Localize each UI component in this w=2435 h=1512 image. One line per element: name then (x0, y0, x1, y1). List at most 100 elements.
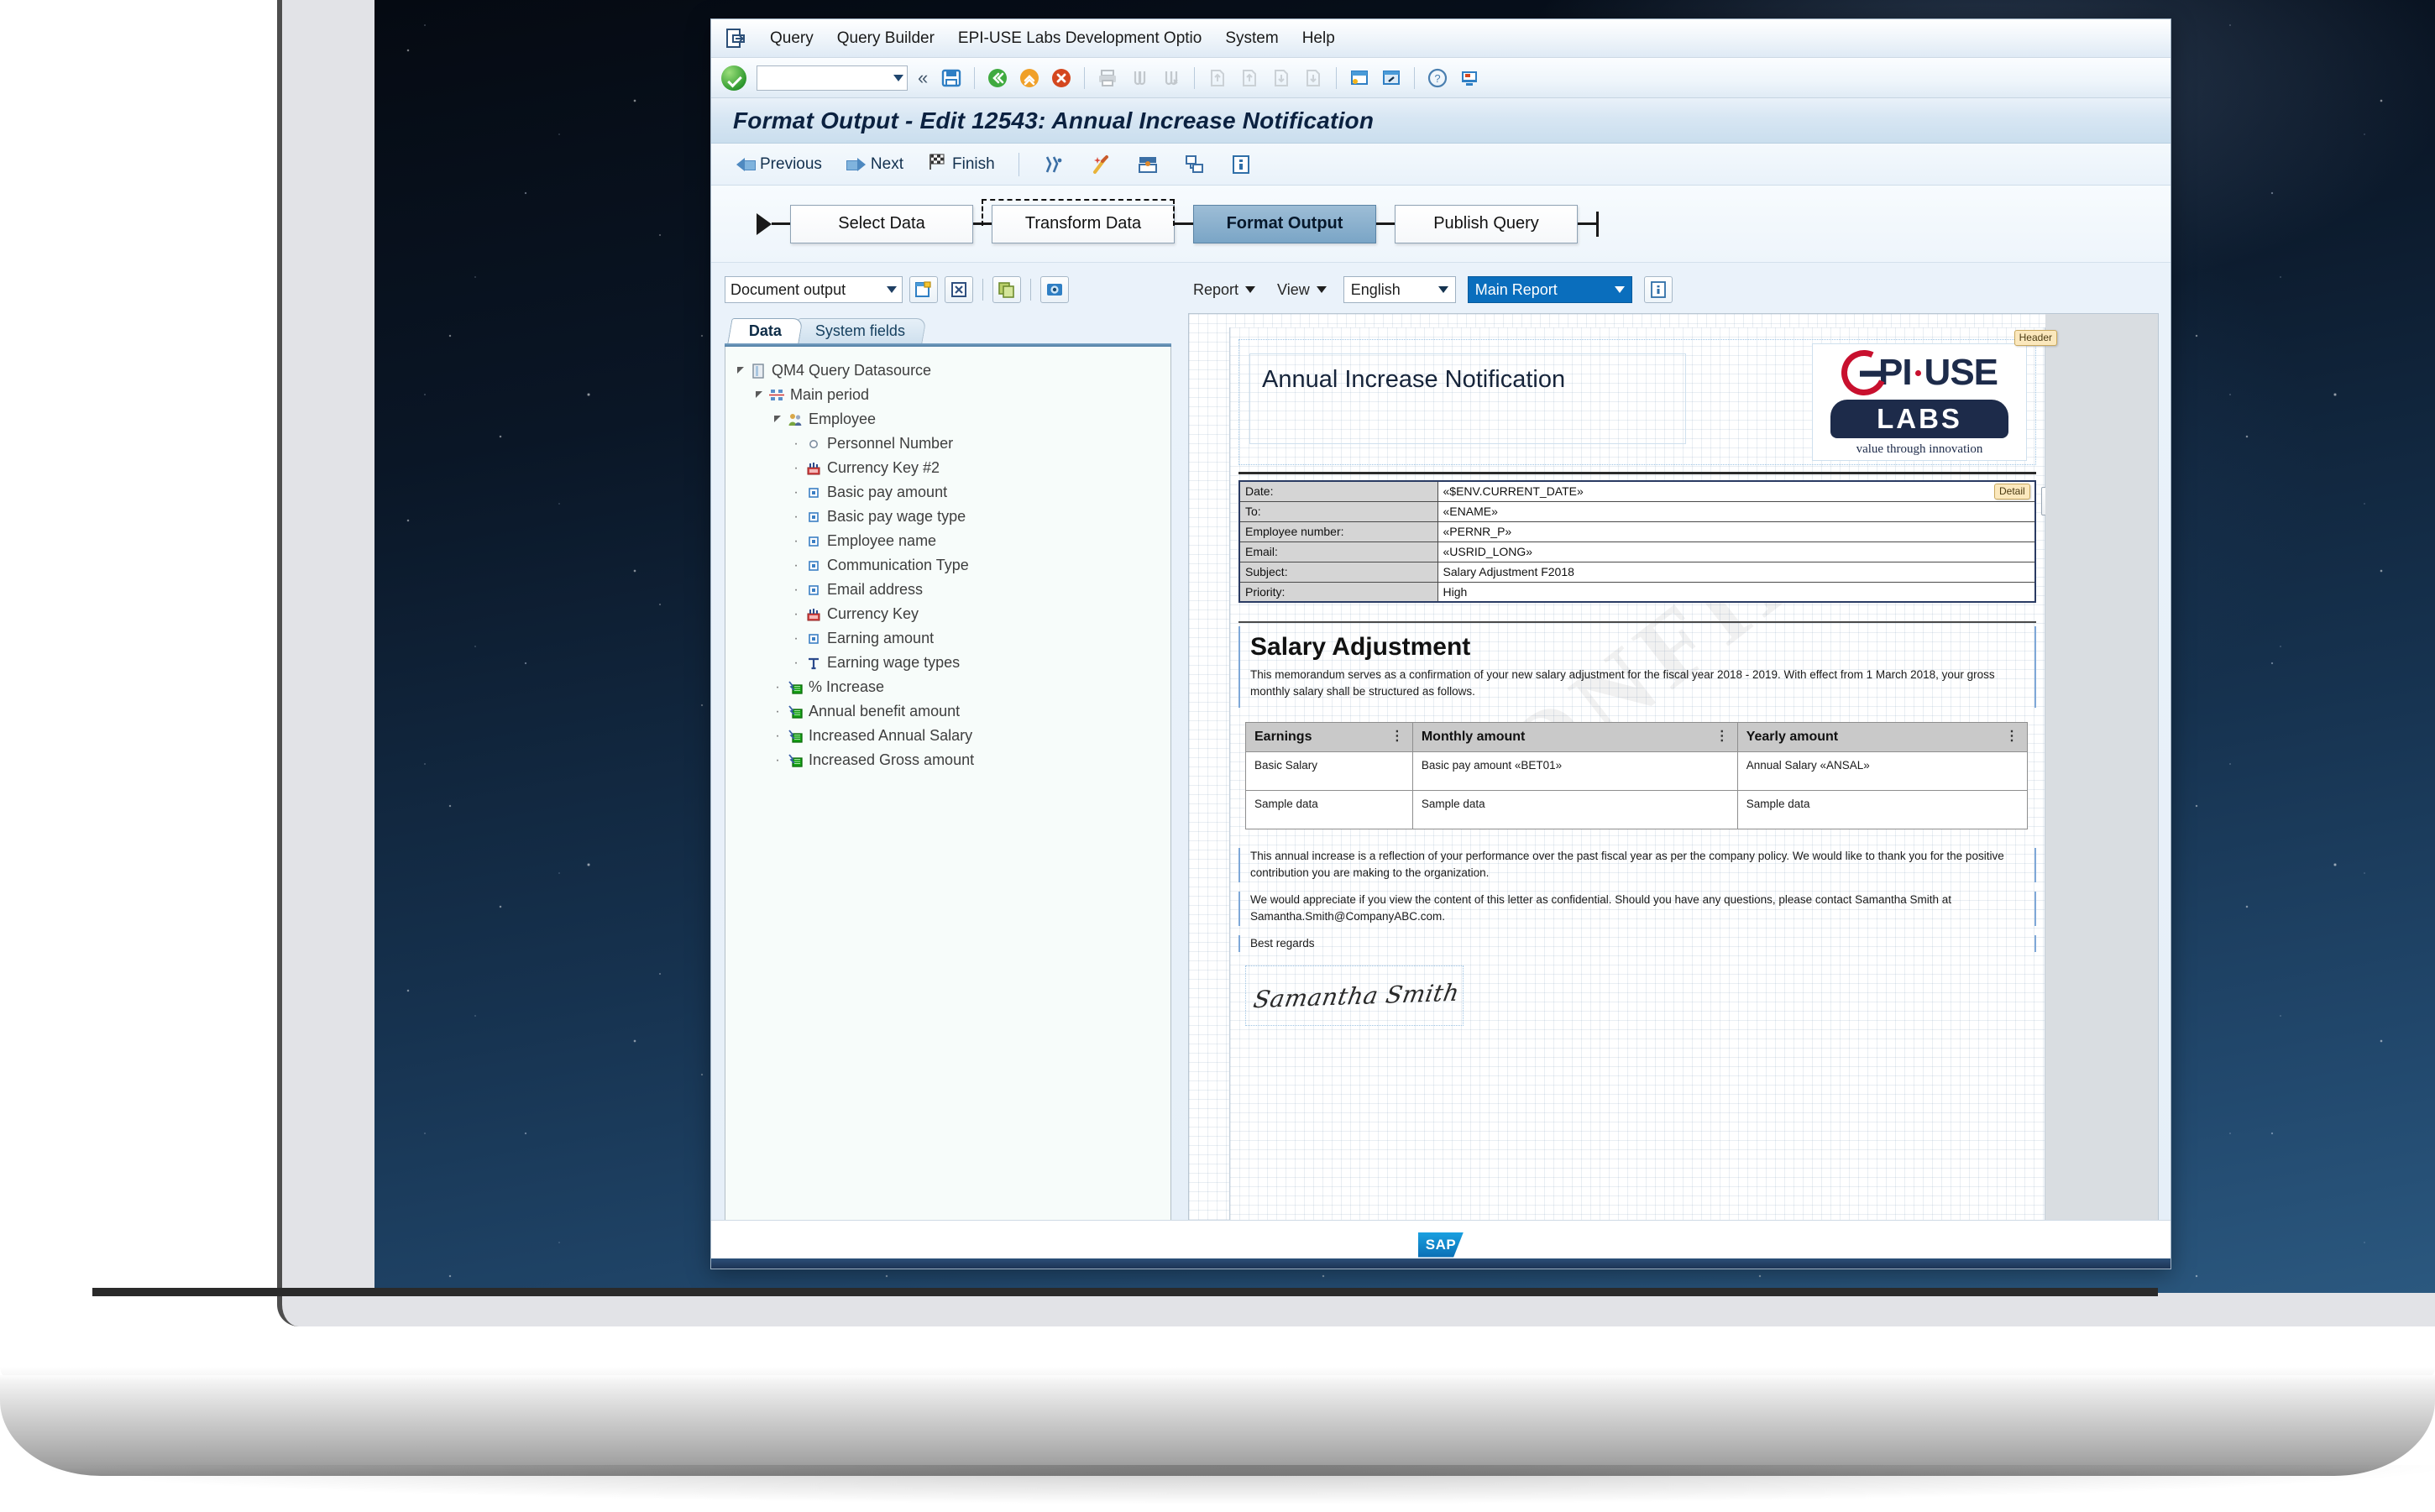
tree-expand-collapse-icon[interactable] (752, 390, 766, 400)
detail-table-row[interactable]: Date:«$ENV.CURRENT_DATE» (1239, 481, 2035, 501)
output-type-select[interactable]: Document output (725, 276, 903, 303)
information-icon[interactable] (1223, 152, 1259, 177)
column-menu-icon[interactable]: ⋮ (1715, 734, 1729, 741)
find-icon[interactable] (1126, 65, 1153, 92)
variables-icon[interactable] (1034, 152, 1073, 177)
chevron-down-icon[interactable] (1438, 286, 1448, 293)
sap-session-icon[interactable] (721, 24, 750, 53)
chevron-down-icon[interactable] (887, 286, 897, 293)
document-title-box[interactable]: Annual Increase Notification (1249, 353, 1686, 444)
tree-expand-collapse-icon[interactable] (734, 366, 747, 375)
tree-expand-collapse-icon[interactable] (771, 415, 784, 424)
exit-icon[interactable] (1016, 65, 1043, 92)
copy-icon[interactable] (992, 276, 1021, 303)
salary-adjustment-block[interactable]: Salary Adjustment This memorandum serves… (1238, 626, 2036, 708)
report-select[interactable]: Main Report (1468, 276, 1632, 303)
language-select[interactable]: English (1343, 276, 1456, 303)
tree-node[interactable]: Main period (734, 383, 1164, 407)
detail-table-row[interactable]: Email:«USRID_LONG» (1239, 541, 2035, 562)
tree-node[interactable]: ·Email address (734, 578, 1164, 602)
help-icon[interactable]: ? (1424, 65, 1451, 92)
customize-local-layout-icon[interactable] (1456, 65, 1483, 92)
document-page[interactable]: CONFIDENTIAL Header Annual Increase Noti… (1229, 327, 2045, 1254)
tree-node[interactable]: ·Increased Gross amount (734, 748, 1164, 772)
tree-node[interactable]: ·Personnel Number (734, 432, 1164, 456)
detail-table-row[interactable]: Priority:High (1239, 582, 2035, 602)
step-select-data[interactable]: Select Data (790, 205, 973, 243)
tree-node[interactable]: ·Earning amount (734, 626, 1164, 651)
earnings-table-row[interactable]: Sample dataSample dataSample data (1246, 791, 2028, 829)
save-icon[interactable] (938, 65, 965, 92)
magic-wand-icon[interactable] (1081, 152, 1120, 177)
document-canvas[interactable]: CONFIDENTIAL Header Annual Increase Noti… (1189, 314, 2158, 1254)
step-publish-query[interactable]: Publish Query (1395, 205, 1578, 243)
tree-node[interactable]: ·% Increase (734, 675, 1164, 699)
earnings-table-header[interactable]: Monthly amount⋮ (1412, 723, 1737, 752)
report-menu[interactable]: Report (1188, 279, 1260, 301)
tab-system-fields[interactable]: System fields (793, 318, 926, 343)
delete-document-icon[interactable] (945, 276, 973, 303)
finish-button[interactable]: Finish (920, 151, 1003, 178)
menu-item-query-builder[interactable]: Query Builder (825, 26, 946, 51)
cancel-icon[interactable] (1048, 65, 1075, 92)
tree-node[interactable]: ·Basic pay wage type (734, 505, 1164, 529)
document-header-band[interactable]: Header Annual Increase Notification PI (1238, 339, 2036, 465)
earnings-table-row[interactable]: Basic SalaryBasic pay amount «BET01»Annu… (1246, 752, 2028, 791)
next-button[interactable]: Next (839, 153, 912, 176)
transport-icon[interactable] (1176, 152, 1214, 177)
tree-node[interactable]: QM4 Query Datasource (734, 358, 1164, 383)
signature-box[interactable]: Samantha Smith (1245, 965, 1464, 1026)
earnings-table[interactable]: Earnings⋮Monthly amount⋮Yearly amount⋮ B… (1245, 722, 2028, 829)
information-icon[interactable] (1644, 276, 1673, 303)
tree-node[interactable]: ·Annual benefit amount (734, 699, 1164, 724)
chevron-down-icon[interactable] (1245, 286, 1255, 293)
earnings-table-header[interactable]: Earnings⋮ (1246, 723, 1413, 752)
layout-icon[interactable] (1128, 152, 1167, 177)
view-menu[interactable]: View (1272, 279, 1332, 301)
command-field[interactable] (757, 65, 908, 91)
preview-icon[interactable] (1040, 276, 1069, 303)
menu-item-help[interactable]: Help (1291, 26, 1347, 51)
tab-data[interactable]: Data (727, 318, 803, 343)
tree-node[interactable]: ·Currency Key (734, 602, 1164, 626)
tree-node[interactable]: ·Communication Type (734, 553, 1164, 578)
tree-node[interactable]: Employee (734, 407, 1164, 432)
last-page-icon[interactable] (1300, 65, 1327, 92)
create-shortcut-icon[interactable] (1378, 65, 1405, 92)
earnings-table-header[interactable]: Yearly amount⋮ (1737, 723, 2027, 752)
chevron-down-icon[interactable] (1615, 286, 1625, 293)
step-format-output[interactable]: Format Output (1193, 205, 1376, 243)
back-icon[interactable] (984, 65, 1011, 92)
laptop-lid: Query Query Builder EPI-USE Labs Develop… (277, 0, 2435, 1326)
menu-item-epi-use-labs-development-options[interactable]: EPI-USE Labs Development Optio (946, 26, 1213, 51)
tree-node[interactable]: ·Earning wage types (734, 651, 1164, 675)
command-input[interactable] (761, 66, 890, 90)
print-icon[interactable] (1094, 65, 1121, 92)
first-page-icon[interactable] (1204, 65, 1231, 92)
step-format-output-label: Format Output (1227, 214, 1343, 233)
previous-page-icon[interactable] (1236, 65, 1263, 92)
detail-table-row[interactable]: To:«ENAME» (1239, 501, 2035, 521)
logo-labs-badge: LABS (1830, 400, 2008, 438)
find-next-icon[interactable] (1158, 65, 1185, 92)
menu-item-system[interactable]: System (1213, 26, 1290, 51)
green-check-icon[interactable] (721, 65, 746, 91)
column-menu-icon[interactable]: ⋮ (2005, 734, 2019, 741)
tree-node-label: Personnel Number (825, 435, 953, 453)
chevron-down-icon[interactable] (893, 75, 903, 81)
tree-node[interactable]: ·Basic pay amount (734, 480, 1164, 505)
tree-node[interactable]: ·Increased Annual Salary (734, 724, 1164, 748)
detail-table-row[interactable]: Subject:Salary Adjustment F2018 (1239, 562, 2035, 582)
detail-table-row[interactable]: Employee number:«PERNR_P» (1239, 521, 2035, 541)
create-session-icon[interactable] (1346, 65, 1373, 92)
next-page-icon[interactable] (1268, 65, 1295, 92)
chevron-down-icon[interactable] (1317, 286, 1327, 293)
detail-table[interactable]: Date:«$ENV.CURRENT_DATE»To:«ENAME»Employ… (1238, 480, 2036, 603)
tree-node[interactable]: ·Currency Key #2 (734, 456, 1164, 480)
new-document-icon[interactable] (909, 276, 938, 303)
menu-item-query[interactable]: Query (758, 26, 825, 51)
tree-node[interactable]: ·Employee name (734, 529, 1164, 553)
double-chevron-left-icon[interactable]: « (913, 67, 933, 89)
column-menu-icon[interactable]: ⋮ (1390, 734, 1404, 741)
previous-button[interactable]: Previous (728, 153, 830, 176)
